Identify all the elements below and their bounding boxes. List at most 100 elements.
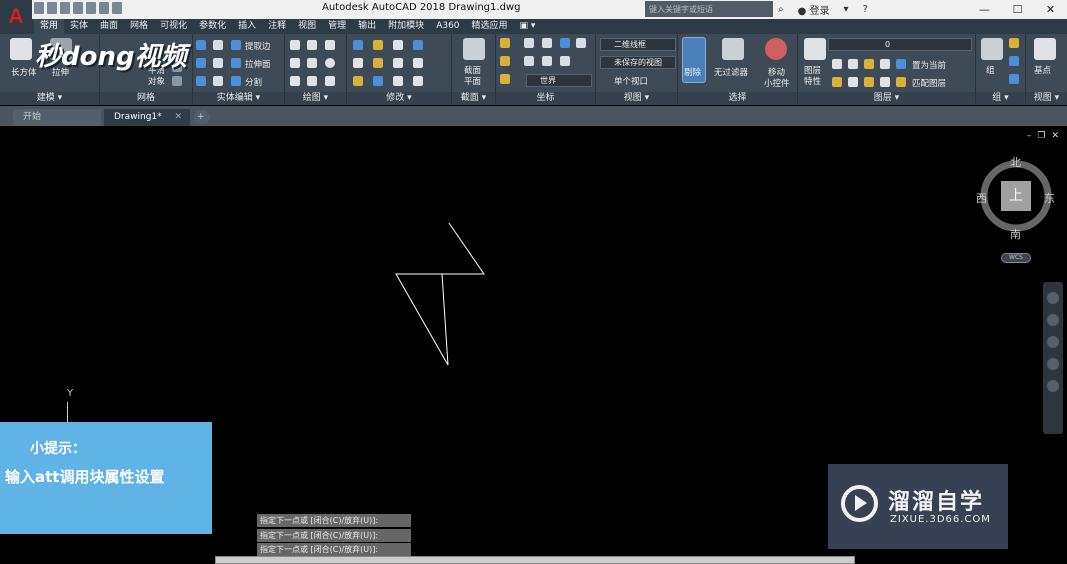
base-point-icon[interactable]	[1034, 38, 1056, 60]
extrude-faces-icon[interactable]	[231, 58, 241, 68]
group-icon[interactable]	[981, 38, 1003, 60]
maximize-button[interactable]: ☐	[1001, 0, 1034, 19]
tab-addins[interactable]: 附加模块	[382, 19, 430, 34]
minimize-button[interactable]: —	[968, 0, 1001, 19]
separate-label[interactable]: 分割	[245, 76, 262, 88]
panel-label-mesh[interactable]: 网格	[100, 92, 192, 105]
ucs-z-icon[interactable]	[542, 56, 552, 66]
array-icon[interactable]	[413, 40, 423, 50]
layer-dropdown[interactable]: 0	[828, 38, 972, 51]
close-button[interactable]: ✕	[1034, 0, 1067, 19]
extract-edges-icon[interactable]	[231, 40, 241, 50]
redo-icon[interactable]	[112, 2, 122, 14]
pan-icon[interactable]	[1047, 314, 1059, 326]
tab-output[interactable]: 输出	[352, 19, 382, 34]
print-icon[interactable]	[86, 2, 96, 14]
polyline-shape[interactable]	[395, 222, 485, 366]
ucs-icon[interactable]	[500, 38, 510, 48]
layer-lock-icon[interactable]	[880, 59, 890, 69]
panel-label-layers[interactable]: 图层 ▾	[798, 92, 975, 105]
panel-label-selection[interactable]: 选择	[678, 92, 797, 105]
match-layer-icon[interactable]	[896, 77, 906, 87]
search-input[interactable]: 键入关键字或短语	[645, 1, 773, 17]
trim-icon[interactable]	[353, 58, 363, 68]
cart-icon[interactable]: ▾	[844, 4, 849, 15]
zoom-icon[interactable]	[1047, 336, 1059, 348]
tab-featured-apps[interactable]: 精选应用	[466, 19, 514, 34]
xline-icon[interactable]	[307, 58, 317, 68]
open-file-icon[interactable]	[47, 2, 57, 14]
group-label[interactable]: 组	[986, 64, 995, 76]
panel-label-draw[interactable]: 绘图 ▾	[285, 92, 346, 105]
scale-icon[interactable]	[373, 76, 383, 86]
tab-surface[interactable]: 曲面	[94, 19, 124, 34]
ucs-origin-icon[interactable]	[524, 56, 534, 66]
base-point-label[interactable]: 基点	[1034, 64, 1051, 76]
visual-style-dropdown[interactable]: 二维线框	[600, 38, 676, 51]
panel-label-groups[interactable]: 组 ▾	[976, 92, 1025, 105]
fillet-icon[interactable]	[393, 58, 403, 68]
ucs-world-dropdown[interactable]: 世界	[526, 74, 592, 87]
erase-icon[interactable]	[393, 76, 403, 86]
offset-icon[interactable]	[413, 58, 423, 68]
layer-properties-icon[interactable]	[804, 38, 826, 60]
stretch-icon[interactable]	[353, 76, 363, 86]
ucs-x-icon[interactable]	[500, 74, 510, 84]
panel-label-view[interactable]: 视图 ▾	[596, 92, 677, 105]
tab-solid[interactable]: 实体	[64, 19, 94, 34]
shell-icon[interactable]	[213, 76, 223, 86]
viewport-minimize-button[interactable]: –	[1027, 131, 1032, 141]
intersect-icon[interactable]	[196, 58, 206, 68]
wcs-menu[interactable]: WCS	[1001, 253, 1031, 263]
binoculars-icon[interactable]: ⌕	[778, 4, 784, 15]
layer-freeze-icon[interactable]	[864, 59, 874, 69]
ucs-face-icon[interactable]	[560, 38, 570, 48]
close-tab-icon[interactable]: ✕	[174, 109, 182, 126]
steering-wheel-icon[interactable]	[1047, 292, 1059, 304]
arc-icon[interactable]	[325, 40, 335, 50]
viewport-close-button[interactable]: ✕	[1051, 131, 1059, 141]
tab-view[interactable]: 视图	[292, 19, 322, 34]
subtract-icon[interactable]	[213, 40, 223, 50]
move-gizmo-icon[interactable]	[765, 38, 787, 60]
extrude-faces-label[interactable]: 拉伸面	[245, 58, 271, 70]
ribbon-toggle-icon[interactable]: ▣ ▾	[514, 19, 542, 34]
move-icon[interactable]	[353, 40, 363, 50]
group-edit-icon[interactable]	[1009, 56, 1019, 66]
mirror-icon[interactable]	[373, 58, 383, 68]
panel-label-section[interactable]: 截面 ▾	[452, 92, 495, 105]
compass-north[interactable]: 北	[1010, 154, 1021, 170]
layer-on-icon[interactable]	[880, 77, 890, 87]
section-plane-icon[interactable]	[463, 38, 485, 60]
sign-in-button[interactable]: ● 登录	[798, 2, 830, 17]
new-file-icon[interactable]	[34, 2, 44, 14]
ucs-3point-icon[interactable]	[560, 56, 570, 66]
compass-west[interactable]: 西	[976, 190, 987, 206]
interfere-icon[interactable]	[196, 76, 206, 86]
ucs-previous-icon[interactable]	[542, 38, 552, 48]
panel-label-coordinates[interactable]: 坐标	[496, 92, 595, 105]
showmotion-icon[interactable]	[1047, 380, 1059, 392]
polyline-icon[interactable]	[290, 40, 300, 50]
line-icon[interactable]	[307, 40, 317, 50]
compass-east[interactable]: 东	[1044, 190, 1055, 206]
group-select-icon[interactable]	[1009, 74, 1019, 84]
drawing-area[interactable]: – ❐ ✕ 北 南 东 西 上 WCS Y 小提示： 输入att调用块属性设置 …	[0, 126, 1067, 564]
tab-a360[interactable]: A360	[430, 19, 465, 34]
layer-thaw-icon[interactable]	[848, 77, 858, 87]
ucs-world-icon[interactable]	[524, 38, 534, 48]
tab-annotate[interactable]: 注释	[262, 19, 292, 34]
layer-off-icon[interactable]	[832, 59, 842, 69]
set-current-icon[interactable]	[896, 59, 906, 69]
viewport-config-button[interactable]: 单个视口	[614, 75, 648, 87]
tab-parametric[interactable]: 参数化	[193, 19, 232, 34]
union-icon[interactable]	[196, 40, 206, 50]
panel-label-solid-edit[interactable]: 实体编辑 ▾	[193, 92, 284, 105]
saved-view-dropdown[interactable]: 未保存的视图	[600, 56, 676, 69]
explode-icon[interactable]	[413, 76, 423, 86]
save-icon[interactable]	[60, 2, 70, 14]
extract-edges-label[interactable]: 提取边	[245, 40, 271, 52]
ucs-view-icon[interactable]	[500, 56, 510, 66]
tab-drawing1[interactable]: Drawing1* ✕	[104, 109, 190, 126]
layer-isolate-icon[interactable]	[848, 59, 858, 69]
